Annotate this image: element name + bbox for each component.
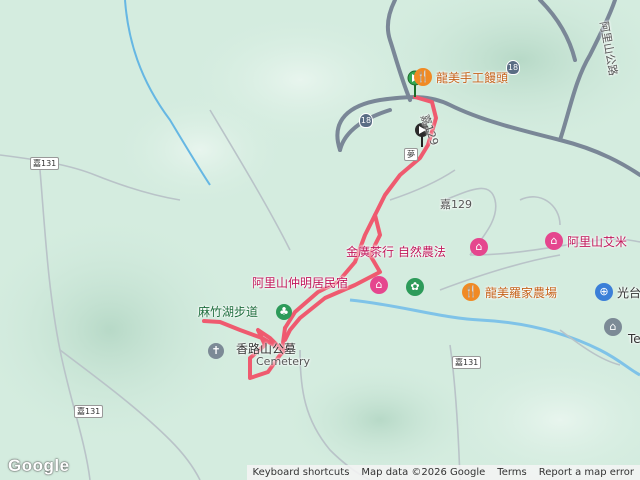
trail-label[interactable]: 麻竹湖步道 bbox=[198, 303, 258, 320]
cemetery-label[interactable]: Cemetery bbox=[256, 355, 310, 368]
map-data-text: Map data ©2026 Google bbox=[361, 467, 486, 478]
route18-shield-a: 18 bbox=[506, 60, 520, 75]
route131-shield-right: 嘉131 bbox=[452, 356, 482, 369]
store-shield: 夢 bbox=[404, 148, 418, 161]
te-right-label[interactable]: Te bbox=[628, 332, 640, 346]
route131-shield-bottom: 嘉131 bbox=[74, 405, 104, 418]
report-error-link[interactable]: Report a map error bbox=[533, 467, 640, 478]
route131-label-bottom: 嘉131 bbox=[77, 407, 101, 416]
route131-label-right: 嘉131 bbox=[455, 358, 479, 367]
route131-label-left: 嘉131 bbox=[33, 159, 57, 168]
tea-farm-label[interactable]: 阿里山艾米 bbox=[567, 233, 627, 250]
route18-label-b: 18 bbox=[360, 116, 372, 125]
mantou-shop-label[interactable]: 龍美手工饅頭 bbox=[436, 69, 508, 86]
temple-icon[interactable]: ⌂ bbox=[604, 318, 622, 336]
map-canvas[interactable]: 18 18 嘉131 嘉131 嘉131 夢 嘉129 嘉129 阿里山公路 🍴… bbox=[0, 0, 640, 480]
longmei-farm-label[interactable]: 龍美羅家農場 bbox=[485, 284, 557, 301]
lodging-icon-tea-farm[interactable]: ⌂ bbox=[545, 232, 563, 250]
keyboard-shortcuts-link[interactable]: Keyboard shortcuts bbox=[247, 467, 356, 478]
guang-farm-label[interactable]: 金廣茶行 自然農法 bbox=[346, 243, 446, 260]
minju-label[interactable]: 阿里山仲明居民宿 bbox=[252, 274, 348, 291]
bus-icon[interactable]: ⊕ bbox=[595, 283, 613, 301]
lodging-icon-guang[interactable]: ⌂ bbox=[470, 238, 488, 256]
trail-icon[interactable]: ♣ bbox=[276, 304, 292, 320]
flower-icon[interactable]: ✿ bbox=[406, 278, 424, 296]
cemetery-icon[interactable]: ✝ bbox=[208, 343, 224, 359]
route18-shield-b: 18 bbox=[359, 113, 373, 128]
guang-right-label[interactable]: 光台 bbox=[617, 284, 640, 301]
google-logo: Google bbox=[8, 456, 70, 475]
terms-link[interactable]: Terms bbox=[491, 467, 532, 478]
map-footer: Keyboard shortcuts Map data ©2026 Google… bbox=[246, 465, 640, 480]
route18-label-a: 18 bbox=[507, 63, 519, 72]
lodging-icon-minju[interactable]: ⌂ bbox=[370, 276, 388, 294]
route131-shield-left: 嘉131 bbox=[30, 157, 60, 170]
route129-label-mid: 嘉129 bbox=[440, 198, 472, 211]
restaurant-icon[interactable]: 🍴 bbox=[414, 68, 432, 86]
restaurant-icon-farm[interactable]: 🍴 bbox=[462, 283, 480, 301]
store-shield-label: 夢 bbox=[407, 150, 415, 159]
